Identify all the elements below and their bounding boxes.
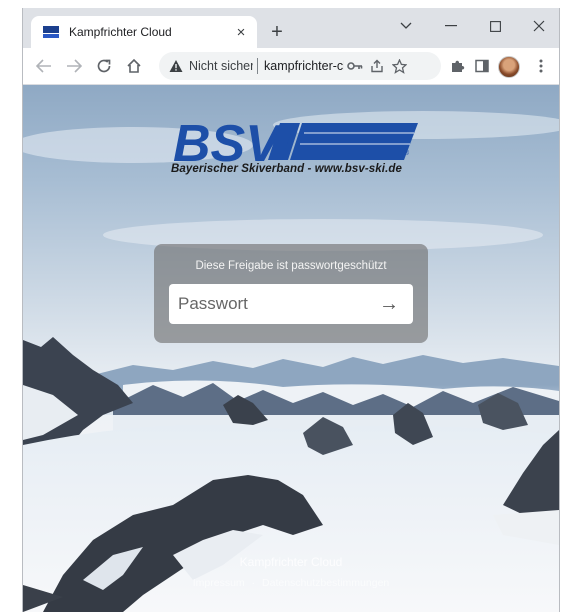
omnibox-separator xyxy=(257,58,258,74)
tab-strip: Kampfrichter Cloud × + xyxy=(23,8,559,48)
browser-toolbar: Nicht sicher kampfrichter-cloud xyxy=(23,48,559,85)
not-secure-label[interactable]: Nicht sicher xyxy=(189,59,253,73)
footer-separator: · xyxy=(251,577,256,589)
password-field: → xyxy=(169,284,413,324)
side-panel-icon[interactable] xyxy=(469,53,495,79)
password-input[interactable] xyxy=(169,284,369,324)
reload-icon[interactable] xyxy=(91,53,117,79)
extensions-puzzle-icon[interactable] xyxy=(445,53,471,79)
privacy-link[interactable]: Datenschutzbestimmungen xyxy=(262,577,389,589)
profile-avatar[interactable] xyxy=(498,56,520,78)
new-tab-button[interactable]: + xyxy=(263,18,291,46)
registered-mark: ® xyxy=(404,149,410,157)
key-icon[interactable] xyxy=(344,55,366,77)
imprint-link[interactable]: Impressum xyxy=(193,577,245,589)
tab-search-icon[interactable] xyxy=(386,14,426,38)
tab-title: Kampfrichter Cloud xyxy=(69,25,172,39)
password-prompt: Diese Freigabe ist passwortgeschützt xyxy=(195,260,387,272)
bsv-favicon-icon xyxy=(43,26,59,38)
share-icon[interactable] xyxy=(366,55,388,77)
browser-window: Kampfrichter Cloud × + Nicht sicher kamp… xyxy=(22,8,560,612)
minimize-icon[interactable] xyxy=(431,14,471,38)
address-bar[interactable]: Nicht sicher kampfrichter-cloud xyxy=(159,52,441,80)
home-icon[interactable] xyxy=(121,53,147,79)
footer-links: Impressum · Datenschutzbestimmungen xyxy=(23,577,559,589)
back-icon[interactable] xyxy=(31,53,57,79)
submit-arrow-icon[interactable]: → xyxy=(375,290,403,318)
footer-title: Kampfrichter Cloud xyxy=(239,555,343,569)
bookmark-star-icon[interactable] xyxy=(388,55,410,77)
tab-close-icon[interactable]: × xyxy=(231,22,251,42)
warning-icon[interactable] xyxy=(169,59,183,73)
browser-tab[interactable]: Kampfrichter Cloud × xyxy=(31,16,257,48)
forward-icon[interactable] xyxy=(61,53,87,79)
browser-menu-icon[interactable] xyxy=(528,53,554,79)
password-dialog: Diese Freigabe ist passwortgeschützt → xyxy=(154,244,428,343)
maximize-icon[interactable] xyxy=(475,14,515,38)
page-content: BSV ® Bayerischer Skiverband - www.bsv-s… xyxy=(23,85,559,612)
logo-tagline: Bayerischer Skiverband - www.bsv-ski.de xyxy=(171,163,403,175)
close-window-icon[interactable] xyxy=(519,14,559,38)
url-text[interactable]: kampfrichter-cloud xyxy=(264,59,344,73)
